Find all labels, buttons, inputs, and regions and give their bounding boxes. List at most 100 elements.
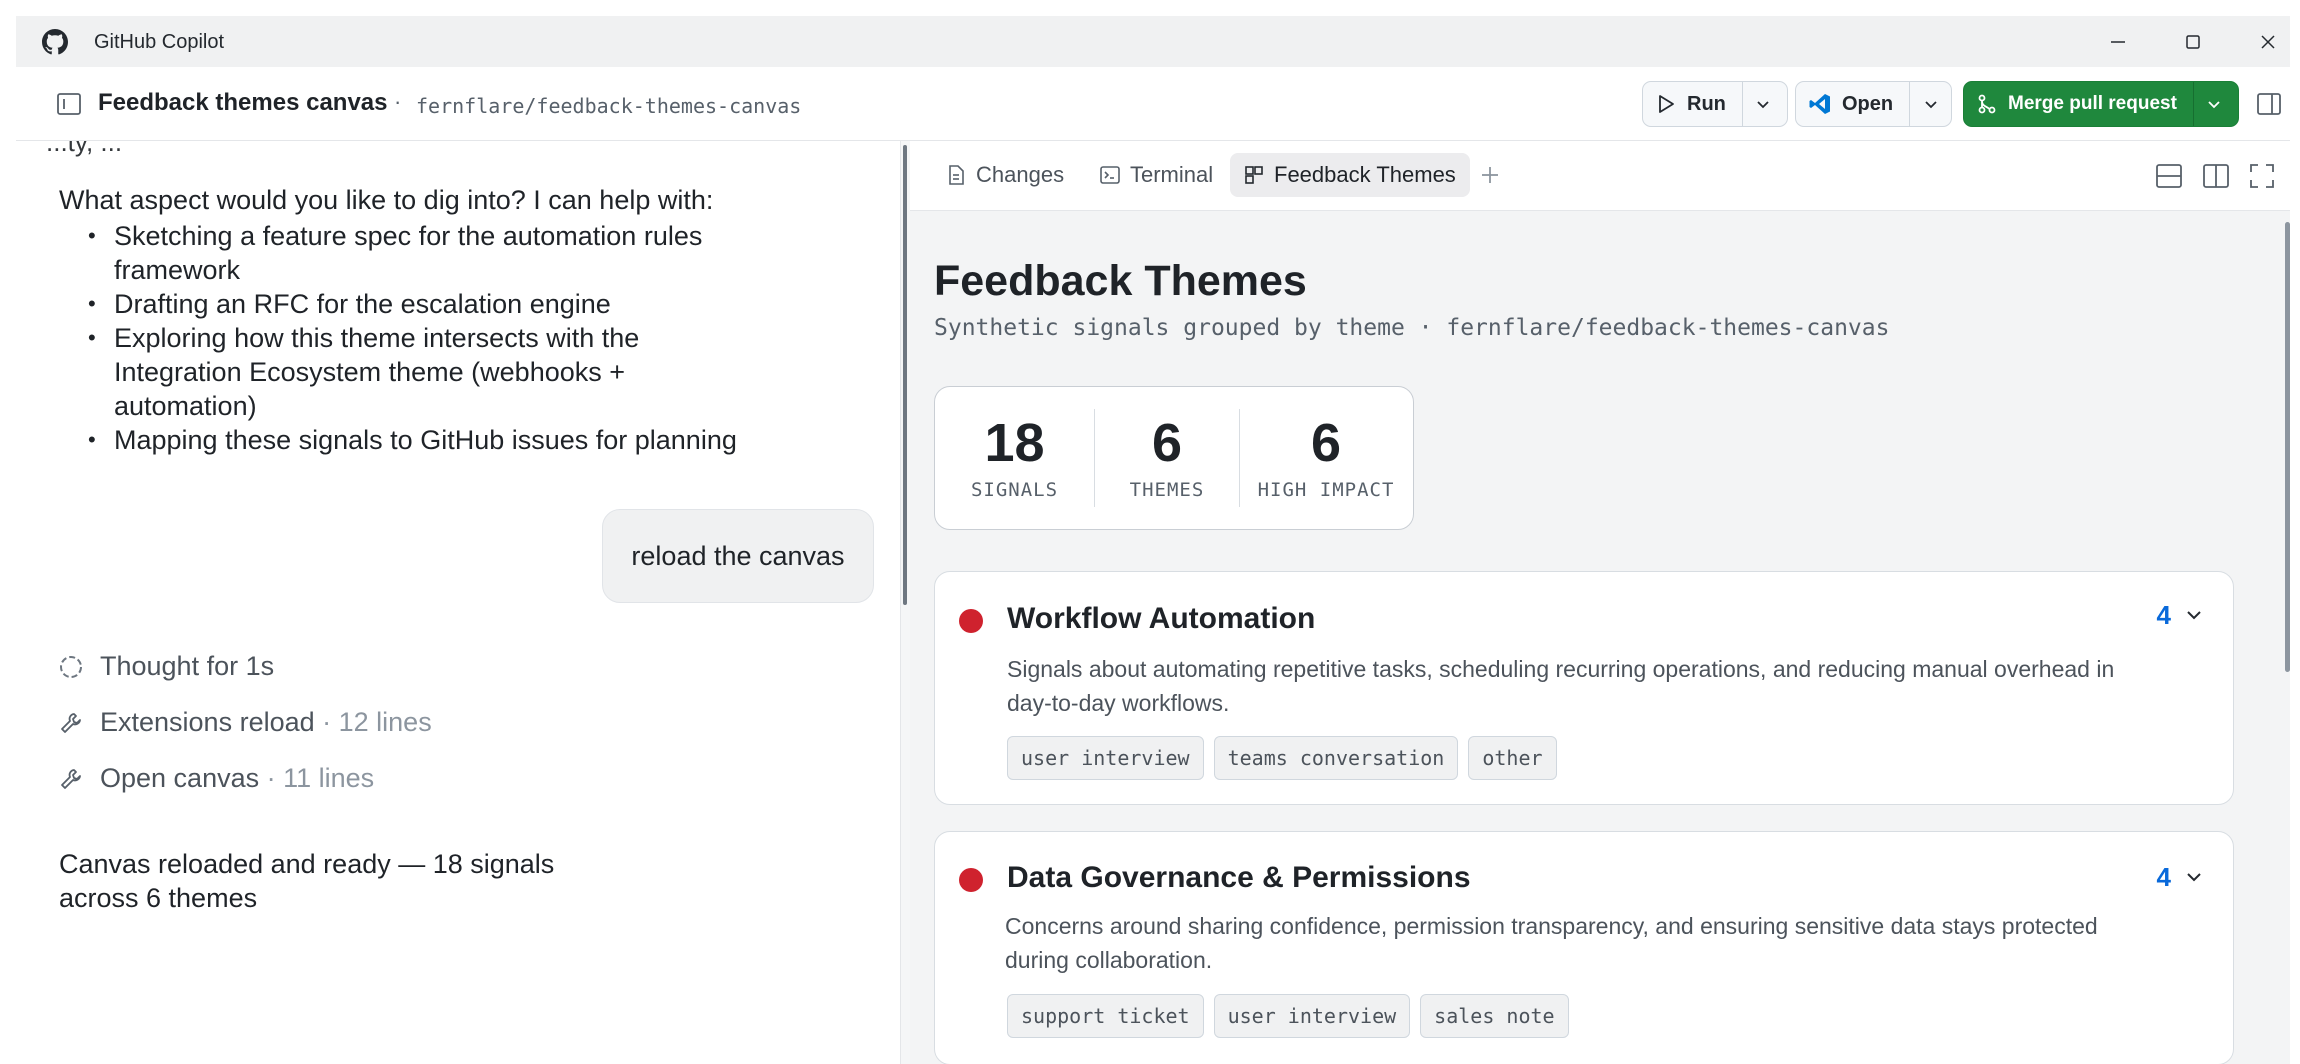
run-button[interactable]: Run xyxy=(1643,82,1742,126)
chevron-down-icon[interactable] xyxy=(2183,866,2205,888)
maximize-icon xyxy=(2186,35,2200,49)
canvas-subtitle: Synthetic signals grouped by theme · fer… xyxy=(934,315,1890,341)
add-tab-icon[interactable] xyxy=(1476,161,1504,189)
sidebar-toggle-icon[interactable] xyxy=(56,91,82,117)
user-message-bubble: reload the canvas xyxy=(602,509,874,603)
stat-themes: 6 THEMES xyxy=(1095,409,1240,507)
chevron-down-icon xyxy=(1924,101,1937,109)
source-tag: teams conversation xyxy=(1213,736,1459,780)
source-tag: other xyxy=(1468,736,1557,780)
branch-name: fernflare/feedback-themes-canvas xyxy=(416,94,802,118)
close-icon xyxy=(2261,35,2275,49)
source-tags: user interview teams conversation other xyxy=(1007,736,1557,780)
user-message-text: reload the canvas xyxy=(631,540,845,571)
tab-label: Terminal xyxy=(1130,162,1214,187)
git-merge-icon xyxy=(1978,94,1996,114)
chevron-down-icon xyxy=(1757,101,1770,109)
chevron-down-icon xyxy=(2208,101,2221,109)
session-header: Feedback themes canvas · fernflare/feedb… xyxy=(16,67,2290,141)
step-label: Thought for 1s xyxy=(100,651,275,681)
theme-description: Signals about automating repetitive task… xyxy=(1007,656,2115,716)
theme-card-data-governance[interactable]: Data Governance & Permissions 4 Concerns… xyxy=(934,831,2234,1064)
stats-card: 18 SIGNALS 6 THEMES 6 HIGH IMPACT xyxy=(934,386,1414,530)
thinking-icon xyxy=(60,655,82,678)
truncated-message-line: ...ty, ... xyxy=(46,141,123,157)
open-canvas-step[interactable]: Open canvas · 11 lines xyxy=(56,763,374,794)
step-detail: · 12 lines xyxy=(314,707,432,737)
stat-signals: 18 SIGNALS xyxy=(935,409,1095,507)
feedback-canvas: Feedback Themes Synthetic signals groupe… xyxy=(910,211,2290,1064)
list-item: Drafting an RFC for the escalation engin… xyxy=(72,287,772,321)
theme-card-workflow-automation[interactable]: Workflow Automation 4 Signals about auto… xyxy=(934,571,2234,805)
stat-value: 18 xyxy=(984,413,1045,473)
theme-name: Workflow Automation xyxy=(1007,602,1316,635)
open-button-group: Open xyxy=(1795,81,1952,127)
merge-button-group: Merge pull request xyxy=(1963,81,2239,127)
source-tag: user interview xyxy=(1007,736,1204,780)
list-item: Sketching a feature spec for the automat… xyxy=(72,219,772,287)
window-titlebar: GitHub Copilot xyxy=(16,16,2290,67)
source-tag: user interview xyxy=(1213,994,1411,1038)
source-tag: sales note xyxy=(1420,994,1569,1038)
right-pane: Changes Terminal Feedback Themes Feedbac… xyxy=(910,141,2290,1064)
open-label: Open xyxy=(1842,92,1894,115)
merge-pull-request-button[interactable]: Merge pull request xyxy=(1964,82,2193,126)
impact-dot xyxy=(959,609,983,633)
tab-bar: Changes Terminal Feedback Themes xyxy=(910,141,2290,211)
minimize-button[interactable] xyxy=(2102,26,2134,58)
maximize-button[interactable] xyxy=(2177,26,2209,58)
step-detail: · 11 lines xyxy=(259,763,375,793)
pane-resize-handle[interactable] xyxy=(900,141,910,1064)
session-title: Feedback themes canvas xyxy=(98,89,388,116)
stat-label: THEMES xyxy=(1129,479,1205,501)
canvas-icon xyxy=(1245,166,1263,184)
stat-value: 6 xyxy=(1310,413,1342,473)
toggle-right-panel-icon[interactable] xyxy=(2256,91,2282,117)
extensions-reload-step[interactable]: Extensions reload · 12 lines xyxy=(56,707,432,738)
open-in-vscode-button[interactable]: Open xyxy=(1796,82,1909,126)
run-options-button[interactable] xyxy=(1741,82,1784,126)
canvas-title: Feedback Themes xyxy=(934,257,1307,305)
assistant-answer: Canvas reloaded and ready — 18 signals a… xyxy=(59,849,555,913)
minimize-icon xyxy=(2111,41,2125,43)
stat-high-impact: 6 HIGH IMPACT xyxy=(1240,409,1412,507)
chat-pane: ...ty, ... What aspect would you like to… xyxy=(16,141,900,1064)
theme-signal-count: 4 xyxy=(2156,862,2171,892)
step-label: Extensions reload xyxy=(100,707,315,737)
canvas-scrollbar[interactable] xyxy=(2285,222,2290,672)
open-options-button[interactable] xyxy=(1909,82,1951,126)
chat-scrollbar[interactable] xyxy=(903,145,907,605)
source-tag: support ticket xyxy=(1007,994,1204,1038)
theme-name: Data Governance & Permissions xyxy=(1007,861,1471,894)
tab-feedback-themes[interactable]: Feedback Themes xyxy=(1230,153,1470,197)
tab-label: Changes xyxy=(976,162,1065,187)
theme-signal-count: 4 xyxy=(2156,600,2171,630)
app-title: GitHub Copilot xyxy=(94,31,225,53)
thought-step[interactable]: Thought for 1s xyxy=(56,651,274,682)
vscode-icon xyxy=(1809,94,1830,114)
split-vertical-icon[interactable] xyxy=(2201,161,2231,191)
chevron-down-icon[interactable] xyxy=(2183,604,2205,626)
split-horizontal-icon[interactable] xyxy=(2154,161,2184,191)
list-item: Exploring how this theme intersects with… xyxy=(72,321,772,423)
stat-value: 6 xyxy=(1151,413,1183,473)
terminal-icon xyxy=(1100,166,1120,184)
tab-terminal[interactable]: Terminal xyxy=(1086,153,1227,197)
tab-changes[interactable]: Changes xyxy=(932,153,1078,197)
play-icon xyxy=(1659,95,1674,113)
merge-options-button[interactable] xyxy=(2192,82,2235,126)
tab-label: Feedback Themes xyxy=(1274,162,1456,187)
fullscreen-icon[interactable] xyxy=(2247,161,2277,191)
impact-dot xyxy=(959,868,983,892)
list-item: Mapping these signals to GitHub issues f… xyxy=(72,423,772,457)
suggestion-list: Sketching a feature spec for the automat… xyxy=(72,219,772,457)
stat-label: HIGH IMPACT xyxy=(1257,479,1395,501)
source-tags: support ticket user interview sales note xyxy=(1007,994,1569,1038)
run-label: Run xyxy=(1687,92,1726,115)
wrench-icon xyxy=(61,712,81,733)
theme-description: Concerns around sharing confidence, perm… xyxy=(1005,913,2098,973)
wrench-icon xyxy=(61,768,81,789)
close-window-button[interactable] xyxy=(2252,26,2284,58)
assistant-question: What aspect would you like to dig into? … xyxy=(59,185,714,215)
file-diff-icon xyxy=(949,165,964,185)
